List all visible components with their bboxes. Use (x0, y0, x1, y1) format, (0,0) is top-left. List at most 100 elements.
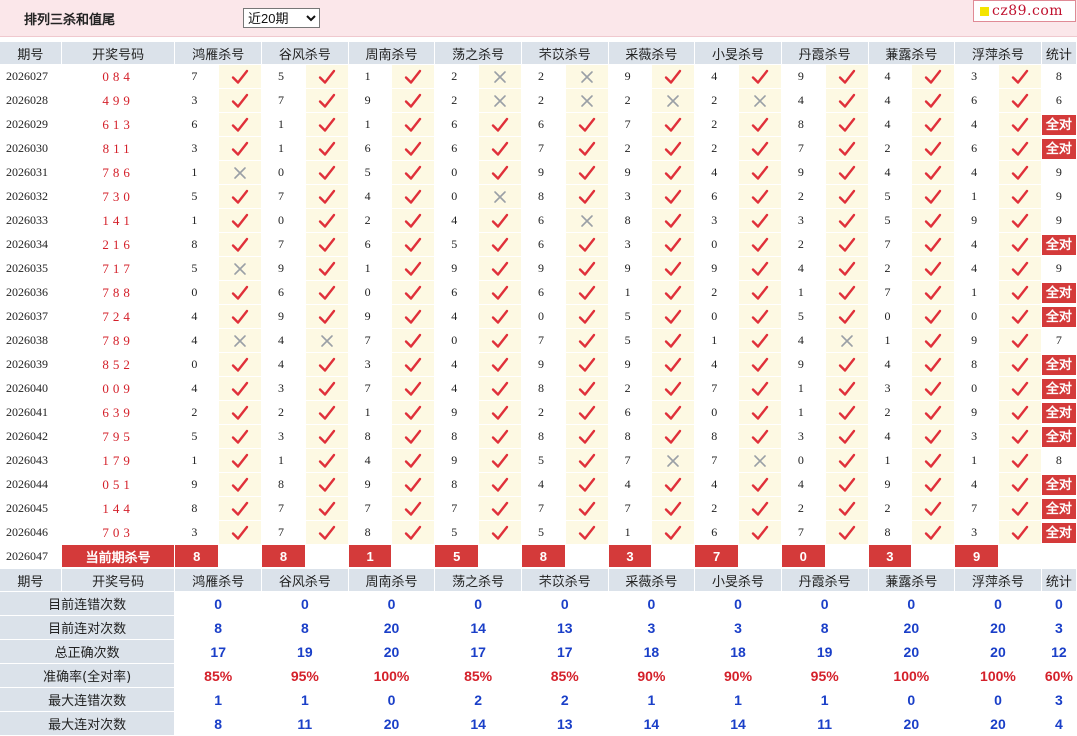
check-icon (318, 357, 335, 372)
kill-number-cell: 4 (695, 473, 740, 497)
kill-number-cell: 7 (175, 65, 220, 89)
stat-cell: 全对 (1041, 473, 1077, 497)
site-logo[interactable]: cz89.com (973, 0, 1076, 22)
kill-number-cell: 5 (262, 65, 306, 89)
check-icon (318, 525, 335, 540)
col-header-expert[interactable]: 鸿雁杀号 (175, 42, 263, 65)
col-header-expert[interactable]: 丹霞杀号 (781, 569, 869, 592)
check-icon (405, 165, 422, 180)
hit-mark-cell (392, 521, 436, 545)
check-icon (838, 501, 855, 516)
hit-mark-cell (998, 473, 1042, 497)
check-icon (318, 381, 335, 396)
hit-mark-cell (479, 281, 522, 305)
hit-mark-cell (652, 161, 696, 185)
hit-mark-cell (998, 65, 1042, 89)
col-header-expert[interactable]: 周南杀号 (348, 569, 436, 592)
draw-number-cell: 051 (61, 473, 176, 497)
kill-number-cell: 1 (955, 281, 999, 305)
hit-mark-cell (219, 449, 263, 473)
check-icon (491, 381, 509, 396)
stat-cell: 全对 (1041, 233, 1077, 257)
kill-number-cell: 8 (521, 185, 566, 209)
col-header-expert[interactable]: 谷风杀号 (262, 569, 349, 592)
kill-number-cell: 7 (868, 281, 913, 305)
check-icon (318, 477, 335, 492)
kill-number-cell: 3 (175, 137, 220, 161)
hit-mark-cell (825, 521, 869, 545)
check-icon (231, 93, 249, 108)
hit-mark-cell (912, 161, 956, 185)
col-header-expert[interactable]: 丹霞杀号 (781, 42, 869, 65)
hit-mark-cell (565, 497, 609, 521)
summary-total: 12 (1041, 640, 1077, 664)
hit-mark-cell (825, 497, 869, 521)
kill-number-cell: 5 (521, 521, 566, 545)
col-header-expert[interactable]: 采薇杀号 (608, 569, 696, 592)
col-header-expert[interactable]: 蒹露杀号 (868, 569, 956, 592)
col-header-expert[interactable]: 小旻杀号 (695, 42, 782, 65)
table-row: 2026028 499 3 7 9 2 2 2 2 4 4 6 6 (0, 89, 1077, 113)
hit-mark-cell (305, 233, 349, 257)
kill-number-cell: 6 (695, 185, 740, 209)
hit-mark-cell (305, 161, 349, 185)
current-kill-number: 5 (435, 545, 480, 569)
check-icon (578, 237, 595, 252)
col-header-expert[interactable]: 小旻杀号 (695, 569, 782, 592)
period-select[interactable]: 近20期 (243, 8, 320, 28)
col-header-expert[interactable]: 谷风杀号 (262, 42, 349, 65)
col-header-expert[interactable]: 周南杀号 (348, 42, 436, 65)
summary-value: 8 (262, 616, 349, 640)
check-icon (751, 237, 769, 252)
check-icon (578, 189, 595, 204)
kill-number-cell: 6 (348, 137, 393, 161)
col-header-expert[interactable]: 荡之杀号 (435, 569, 522, 592)
hit-mark-cell (912, 425, 956, 449)
hit-mark-cell (565, 425, 609, 449)
check-icon (665, 189, 682, 204)
kill-number-cell: 7 (435, 497, 480, 521)
check-icon (838, 141, 855, 156)
check-icon (491, 405, 509, 420)
kill-number-cell: 8 (521, 425, 566, 449)
check-icon (838, 453, 855, 468)
kill-number-cell: 2 (521, 65, 566, 89)
summary-value: 20 (348, 640, 436, 664)
check-icon (405, 477, 422, 492)
kill-number-cell: 2 (695, 281, 740, 305)
col-header-expert[interactable]: 鸿雁杀号 (175, 569, 263, 592)
kill-number-cell: 2 (868, 497, 913, 521)
check-icon (231, 117, 249, 132)
hit-mark-cell (479, 401, 522, 425)
check-icon (405, 141, 422, 156)
hit-mark-cell (825, 89, 869, 113)
summary-value: 100% (868, 664, 956, 688)
col-header-expert[interactable]: 荡之杀号 (435, 42, 522, 65)
col-header-expert[interactable]: 浮萍杀号 (955, 42, 1042, 65)
kill-number-cell: 0 (955, 305, 999, 329)
check-icon (925, 189, 942, 204)
miss-mark-cell (219, 257, 263, 281)
col-header-expert[interactable]: 芣苡杀号 (521, 569, 609, 592)
col-header-stat: 统计 (1041, 42, 1077, 65)
hit-mark-cell (219, 137, 263, 161)
hit-mark-cell (392, 89, 436, 113)
draw-number-cell: 009 (61, 377, 176, 401)
col-header-expert[interactable]: 浮萍杀号 (955, 569, 1042, 592)
check-icon (665, 237, 682, 252)
kill-number-cell: 1 (348, 257, 393, 281)
hit-mark-cell (565, 329, 609, 353)
summary-label: 总正确次数 (0, 640, 176, 664)
col-header-expert[interactable]: 蒹露杀号 (868, 42, 956, 65)
hit-mark-cell (392, 473, 436, 497)
col-header-expert[interactable]: 采薇杀号 (608, 42, 696, 65)
summary-value: 20 (868, 712, 956, 736)
check-icon (1011, 141, 1029, 156)
summary-row: 总正确次数 17 19 20 17 17 18 18 19 20 20 12 (0, 640, 1077, 664)
kill-number-cell: 4 (695, 353, 740, 377)
summary-label: 目前连错次数 (0, 592, 176, 616)
col-header-expert[interactable]: 芣苡杀号 (521, 42, 609, 65)
summary-value: 3 (608, 616, 696, 640)
summary-value: 0 (262, 592, 349, 616)
check-icon (578, 165, 595, 180)
